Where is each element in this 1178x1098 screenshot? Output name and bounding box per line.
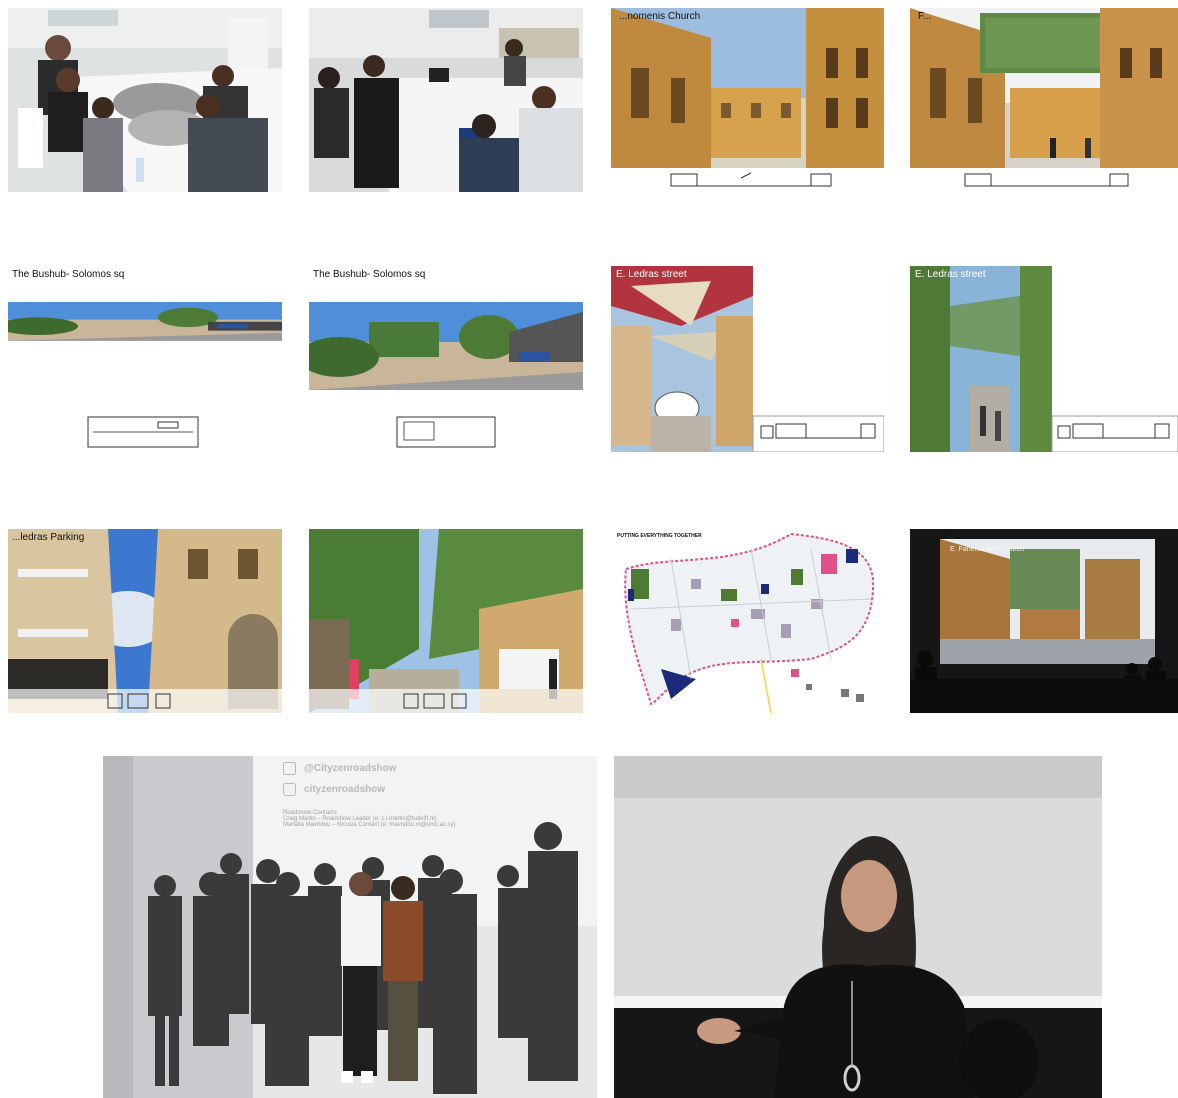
photo-workshop-table-1: [8, 8, 282, 192]
contact-line-2: Marlalla Mavridou – Nicosia Contact (e: …: [283, 822, 456, 828]
bushub-after-photo: [309, 302, 583, 390]
projection-photo: E. Faneromenis Church: [910, 529, 1178, 713]
twitter-icon: [283, 762, 296, 775]
bushub-after-panel: The Bushub- Solomos sq: [309, 262, 583, 462]
bushub-before-caption: The Bushub- Solomos sq: [12, 269, 125, 280]
ledras-after-caption: E. Ledras street: [915, 269, 986, 280]
projection-caption: E. Faneromenis Church: [950, 546, 1024, 553]
church-after-caption: F...: [918, 11, 932, 22]
ledras-before-panel: E. Ledras street: [611, 266, 884, 452]
ledras-before-caption: E. Ledras street: [616, 269, 687, 280]
bushub-after-caption: The Bushub- Solomos sq: [313, 269, 426, 280]
church-before-caption: ...nomenis Church: [619, 11, 701, 22]
masterplan-map: PUTTING EVERYTHING TOGETHER: [611, 529, 884, 713]
photo-workshop-room-2: [309, 8, 583, 192]
group-photo: @Cityzenroadshow cityzenroadshow Roadsho…: [103, 756, 597, 1098]
bushub-before-photo: [8, 302, 282, 341]
church-after-image: F...: [910, 8, 1178, 192]
church-before-image: ...nomenis Church: [611, 8, 884, 192]
bushub-before-panel: The Bushub- Solomos sq: [8, 262, 282, 462]
parking-after-image: [309, 529, 583, 713]
speaker-photo: [614, 756, 1102, 1098]
ledras-after-panel: E. Ledras street: [910, 266, 1178, 452]
parking-before-image: ...ledras Parking: [8, 529, 282, 713]
twitter-handle: @Cityzenroadshow: [304, 763, 397, 774]
projection-screen-text: @Cityzenroadshow cityzenroadshow Roadsho…: [283, 762, 583, 828]
bushub-before-section: [87, 416, 199, 448]
instagram-icon: [283, 783, 296, 796]
instagram-handle: cityzenroadshow: [304, 784, 386, 795]
bushub-after-section: [396, 416, 496, 448]
map-title: PUTTING EVERYTHING TOGETHER: [617, 533, 702, 539]
parking-before-caption: ...ledras Parking: [12, 532, 85, 543]
